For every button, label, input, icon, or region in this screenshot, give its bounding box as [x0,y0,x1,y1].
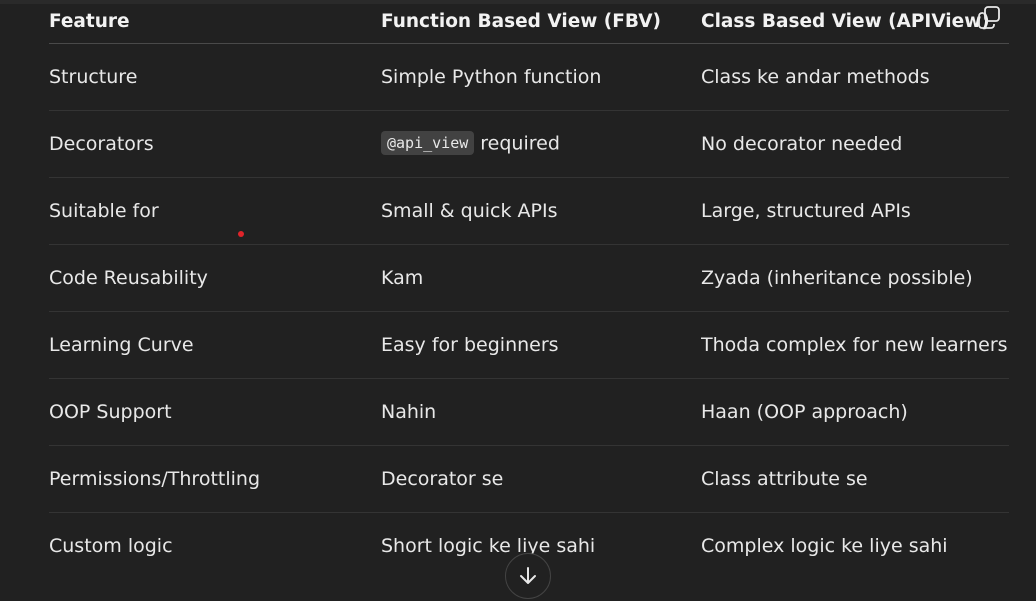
inline-code: @api_view [381,131,475,155]
cell-feature: OOP Support [49,378,381,446]
table-header-row: Feature Function Based View (FBV) Class … [49,0,1009,44]
header-feature: Feature [49,0,381,44]
table-row: Code Reusability Kam Zyada (inheritance … [49,244,1009,312]
scroll-down-button[interactable] [505,553,551,599]
cell-fbv: Nahin [381,378,701,446]
copy-icon-graphic [978,6,1000,29]
comparison-table: Feature Function Based View (FBV) Class … [49,0,1009,579]
copy-icon[interactable] [976,5,1002,31]
cell-feature: Code Reusability [49,244,381,312]
table-body: Structure Simple Python function Class k… [49,43,1009,580]
header-cbv: Class Based View (APIView) [701,0,1009,44]
comparison-table-container: Feature Function Based View (FBV) Class … [49,0,1009,579]
header-fbv: Function Based View (FBV) [381,0,701,44]
cell-cbv: Complex logic ke liye sahi [701,535,948,557]
cell-cbv: Haan (OOP approach) [701,378,1009,446]
cell-cbv: Zyada (inheritance possible) [701,244,1009,312]
table-header: Feature Function Based View (FBV) Class … [49,0,1009,44]
arrow-down-icon [520,567,536,584]
table-row: OOP Support Nahin Haan (OOP approach) [49,378,1009,446]
cell-fbv: Simple Python function [381,43,701,111]
cell-feature: Permissions/Throttling [49,445,381,513]
cell-fbv-text: required [480,132,560,155]
cell-fbv: Decorator se [381,445,701,513]
cell-cbv: No decorator needed [701,110,1009,178]
table-row: Structure Simple Python function Class k… [49,43,1009,111]
cell-fbv: @api_view required [381,110,701,178]
table-row: Learning Curve Easy for beginners Thoda … [49,311,1009,379]
cell-feature: Custom logic [49,535,173,557]
table-row: Decorators @api_view required No decorato… [49,110,1009,178]
table-row: Suitable for Small & quick APIs Large, s… [49,177,1009,245]
cell-feature: Learning Curve [49,311,381,379]
table-row: Permissions/Throttling Decorator se Clas… [49,445,1009,513]
cell-feature: Structure [49,43,381,111]
cell-fbv: Small & quick APIs [381,177,701,245]
cell-cbv: Large, structured APIs [701,177,1009,245]
cell-fbv: Kam [381,244,701,312]
cell-cbv: Class ke andar methods [701,43,1009,111]
marker-dot [238,231,244,237]
cell-feature: Suitable for [49,177,381,245]
cell-cbv: Thoda complex for new learners [701,311,1009,379]
cell-cbv: Class attribute se [701,445,1009,513]
cell-feature: Decorators [49,110,381,178]
cell-fbv: Easy for beginners [381,311,701,379]
